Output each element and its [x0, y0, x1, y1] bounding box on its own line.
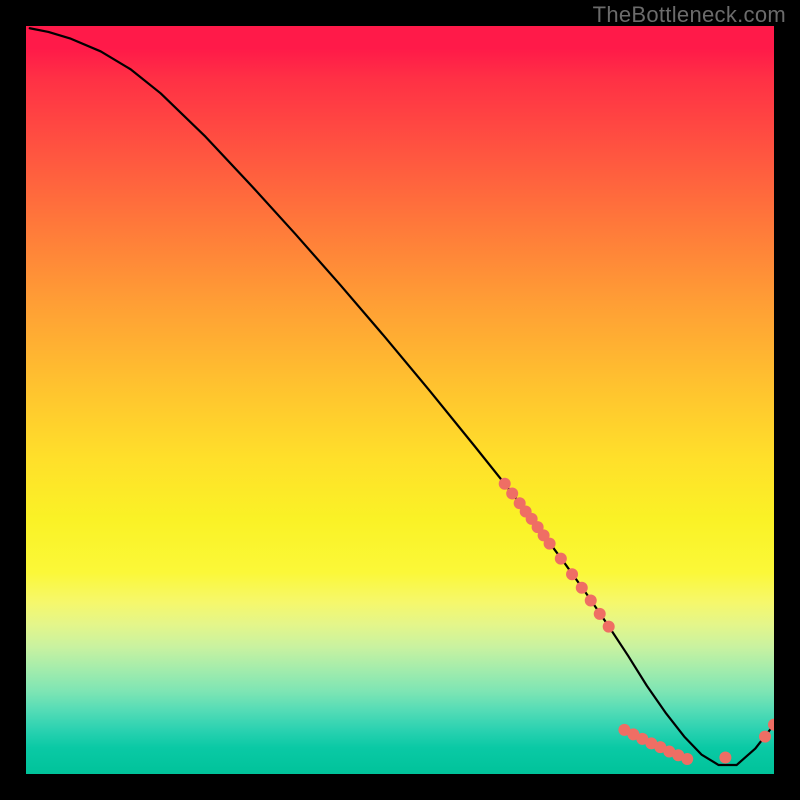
watermark-text: TheBottleneck.com [593, 2, 786, 28]
data-point [585, 594, 597, 606]
chart-svg [26, 26, 774, 774]
data-point [499, 478, 511, 490]
data-point [544, 538, 556, 550]
data-markers [499, 478, 774, 765]
data-point [603, 621, 615, 633]
data-point [506, 488, 518, 500]
data-point [768, 719, 774, 731]
data-point [576, 582, 588, 594]
chart-container: TheBottleneck.com [0, 0, 800, 800]
data-point [566, 568, 578, 580]
data-point [759, 731, 771, 743]
plot-area [26, 26, 774, 774]
data-point [719, 752, 731, 764]
data-point [594, 608, 606, 620]
data-point [555, 553, 567, 565]
data-curve [30, 28, 774, 765]
data-point [681, 753, 693, 765]
